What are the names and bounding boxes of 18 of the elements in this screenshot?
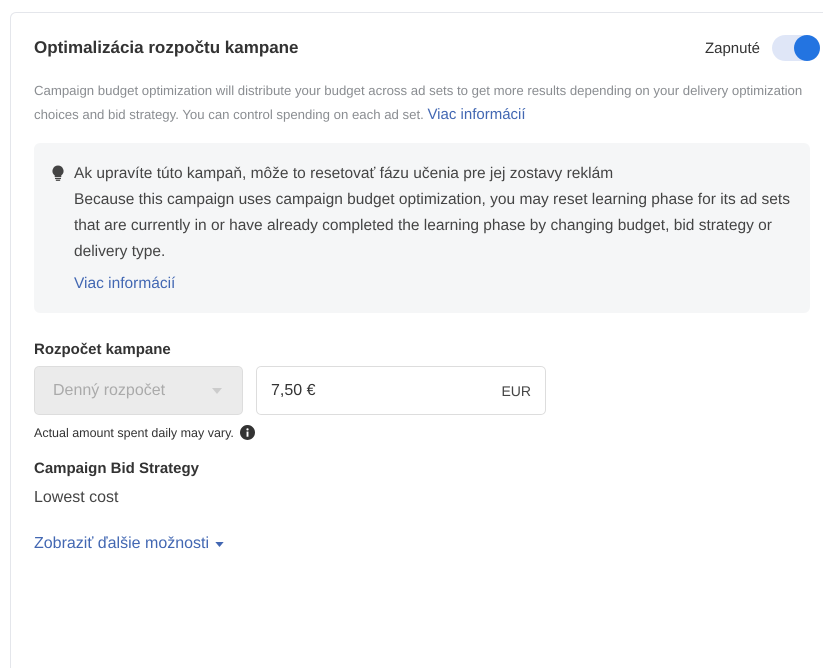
budget-label: Rozpočet kampane [34,341,171,358]
budget-amount-field[interactable]: 7,50 € EUR [256,366,546,415]
more-info-link[interactable]: Viac informácií [74,271,176,297]
bid-strategy-value: Lowest cost [34,489,118,507]
toggle-label: Zapnuté [704,40,760,56]
bid-strategy-label: Campaign Bid Strategy [34,460,200,477]
more-options-link[interactable]: Zobraziť ďalšie možnosti [34,535,224,553]
notice-title: Ak upravíte túto kampaň, môže to resetovať fázu učenia pre jej zostavy reklám [74,164,614,184]
caret-icon [215,542,224,546]
more-info-link[interactable]: Viac informácií [427,106,526,123]
lightbulb-icon [52,165,64,181]
info-icon[interactable] [240,425,255,440]
caret-icon [212,388,222,394]
hint-text: Actual amount spent daily may vary. [34,426,234,440]
notice-text: Because this campaign uses campaign budget optimization, you may reset learning phase for its ad sets that are currently in or have already completed the learning phase by changing budget, bid strategy or delivery type. [74,190,791,262]
description-text: Campaign budget optimization will distribute your budget across ad sets to get more results depending on your delivery optimization choices and bid strategy. You can control spending on each ad set. Viac informácií [34,82,804,125]
toggle-switch[interactable] [772,35,820,61]
section-title: Optimalizácia rozpočtu kampane [34,38,299,58]
